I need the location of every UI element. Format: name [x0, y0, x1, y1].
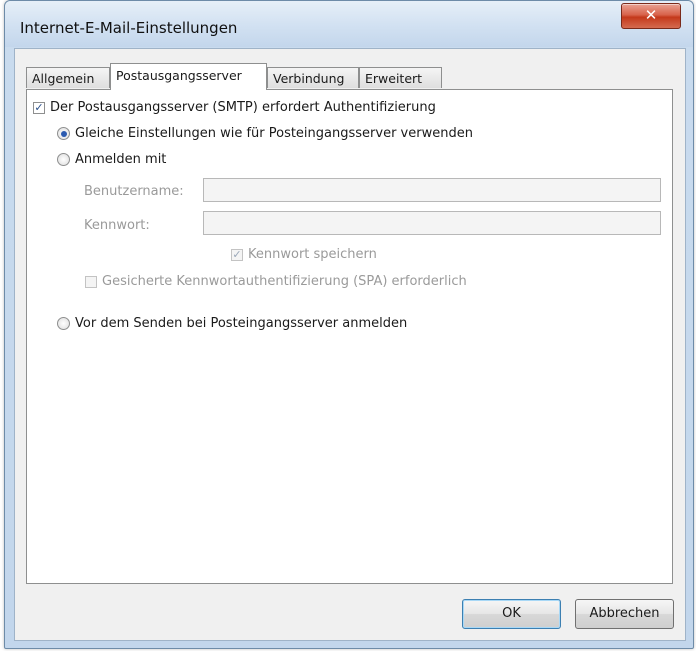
ok-button[interactable]: OK — [462, 599, 561, 629]
remember-password-checkbox[interactable]: ✓ — [231, 248, 243, 261]
login-with-radio[interactable] — [57, 153, 70, 166]
spa-label: Gesicherte Kennwortauthentifizierung (SP… — [102, 274, 467, 289]
username-label-text: Benutzername: — [84, 184, 184, 199]
dialog-client-area: Allgemein Postausgangsserver Verbindung … — [14, 48, 686, 641]
tab-allgemein[interactable]: Allgemein — [26, 67, 110, 88]
same-settings-radio[interactable] — [57, 127, 70, 140]
tab-verbindung[interactable]: Verbindung — [267, 67, 359, 88]
same-settings-row: Gleiche Einstellungen wie für Posteingan… — [57, 126, 473, 141]
tab-postausgangsserver[interactable]: Postausgangsserver — [110, 63, 267, 90]
dialog-window: Internet-E-Mail-Einstellungen ✕ Allgemei… — [4, 0, 694, 649]
spa-checkbox[interactable] — [85, 275, 97, 288]
username-label: Benutzername: — [84, 184, 184, 199]
radio-selected-dot — [60, 130, 67, 137]
smtp-auth-label: Der Postausgangsserver (SMTP) erfordert … — [50, 100, 436, 115]
tab-panel-postausgangsserver: ✓ Der Postausgangsserver (SMTP) erforder… — [26, 89, 673, 584]
check-icon: ✓ — [34, 101, 44, 114]
cancel-button[interactable]: Abbrechen — [575, 599, 674, 629]
smtp-auth-checkbox[interactable]: ✓ — [33, 101, 45, 114]
window-title: Internet-E-Mail-Einstellungen — [20, 19, 238, 37]
login-before-send-row: Vor dem Senden bei Posteingangsserver an… — [57, 316, 407, 331]
username-input[interactable] — [203, 178, 661, 202]
smtp-auth-row: ✓ Der Postausgangsserver (SMTP) erforder… — [33, 100, 436, 115]
login-with-label: Anmelden mit — [75, 152, 167, 167]
spa-row: Gesicherte Kennwortauthentifizierung (SP… — [85, 274, 467, 289]
title-bar[interactable]: Internet-E-Mail-Einstellungen ✕ — [5, 1, 693, 47]
remember-password-label: Kennwort speichern — [248, 247, 377, 262]
login-before-send-radio[interactable] — [57, 317, 70, 330]
close-button[interactable]: ✕ — [621, 3, 681, 29]
check-icon: ✓ — [232, 248, 242, 261]
close-icon: ✕ — [644, 6, 658, 24]
password-label-text: Kennwort: — [84, 218, 150, 233]
password-input[interactable] — [203, 211, 661, 235]
same-settings-label: Gleiche Einstellungen wie für Posteingan… — [75, 126, 473, 141]
password-label: Kennwort: — [84, 218, 150, 233]
remember-password-row: ✓ Kennwort speichern — [231, 247, 377, 262]
login-before-send-label: Vor dem Senden bei Posteingangsserver an… — [75, 316, 408, 331]
login-with-row: Anmelden mit — [57, 152, 166, 167]
tab-erweitert[interactable]: Erweitert — [359, 67, 442, 88]
